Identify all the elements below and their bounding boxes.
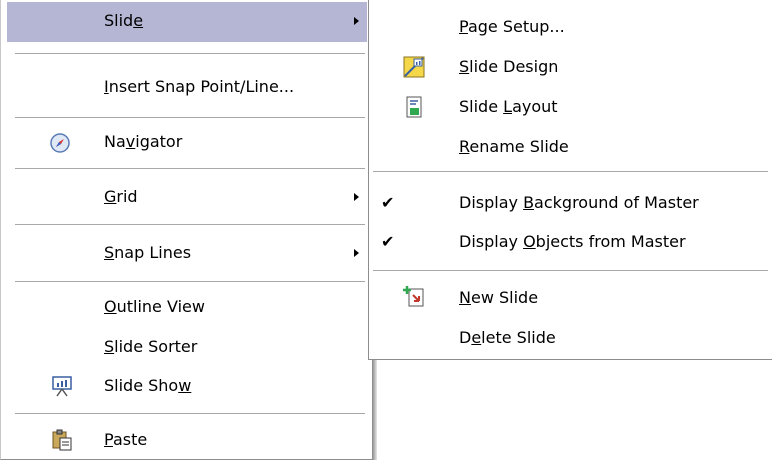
menu-item-navigator-label: Navigator xyxy=(104,132,183,151)
menu-separator xyxy=(15,413,365,414)
menu-item-slide[interactable]: Slide xyxy=(7,2,367,42)
submenu-arrow-icon xyxy=(354,193,359,201)
menu-separator xyxy=(15,281,365,282)
menu-item-grid[interactable]: Grid xyxy=(7,178,367,218)
submenu-item-new-slide-label: New Slide xyxy=(459,288,539,307)
menu-item-insert-snap-point[interactable]: Insert Snap Point/Line... xyxy=(7,68,367,108)
submenu-item-delete-slide[interactable]: Delete Slide xyxy=(375,319,767,359)
submenu-item-slide-design-label: Slide Design xyxy=(459,57,559,76)
slide-layout-icon xyxy=(406,96,422,118)
new-slide-icon xyxy=(403,286,424,307)
menu-item-snap-lines-label: Snap Lines xyxy=(104,243,192,262)
menu-item-outline-view[interactable]: Outline View xyxy=(7,288,367,328)
navigator-compass-icon xyxy=(50,133,70,153)
submenu-item-rename-slide-label: Rename Slide xyxy=(459,137,569,156)
slide-submenu: Page Setup... Slide Design Slide Layout … xyxy=(368,0,772,360)
submenu-item-delete-slide-label: Delete Slide xyxy=(459,328,556,347)
menu-item-slide-sorter[interactable]: Slide Sorter xyxy=(7,328,367,368)
menu-separator xyxy=(15,224,365,225)
menu-separator xyxy=(15,117,365,118)
paste-icon xyxy=(52,429,72,451)
submenu-item-rename-slide[interactable]: Rename Slide xyxy=(375,128,767,168)
submenu-separator xyxy=(373,171,768,172)
menu-item-slide-label: Slide xyxy=(104,11,144,30)
slide-design-icon xyxy=(403,56,425,78)
checkmark-icon: ✔ xyxy=(381,193,395,212)
context-menu: Slide Insert Snap Point/Line... Navigato… xyxy=(0,0,373,460)
menu-separator xyxy=(15,168,365,169)
submenu-item-display-background-label: Display Background of Master xyxy=(459,193,699,212)
menu-item-snap-lines[interactable]: Snap Lines xyxy=(7,234,367,274)
submenu-arrow-icon xyxy=(354,17,359,25)
menu-item-grid-label: Grid xyxy=(104,187,138,206)
checkmark-icon: ✔ xyxy=(381,232,395,251)
submenu-item-slide-layout[interactable]: Slide Layout xyxy=(375,88,767,128)
menu-item-paste[interactable]: Paste xyxy=(7,421,367,461)
submenu-item-display-objects-label: Display Objects from Master xyxy=(459,232,686,251)
menu-item-outline-view-label: Outline View xyxy=(104,297,205,316)
submenu-item-slide-layout-label: Slide Layout xyxy=(459,97,558,116)
menu-item-navigator[interactable]: Navigator xyxy=(7,123,367,163)
submenu-item-display-background[interactable]: ✔ Display Background of Master xyxy=(375,184,767,224)
submenu-item-page-setup[interactable]: Page Setup... xyxy=(375,8,767,48)
menu-item-paste-label: Paste xyxy=(104,430,148,449)
menu-item-insert-snap-point-label: Insert Snap Point/Line... xyxy=(104,77,295,96)
menu-item-slide-show[interactable]: Slide Show xyxy=(7,367,367,407)
submenu-item-page-setup-label: Page Setup... xyxy=(459,17,565,36)
submenu-item-slide-design[interactable]: Slide Design xyxy=(375,48,767,88)
submenu-separator xyxy=(373,270,768,271)
slide-show-icon xyxy=(52,376,72,397)
submenu-item-display-objects[interactable]: ✔ Display Objects from Master xyxy=(375,223,767,263)
menu-item-slide-show-label: Slide Show xyxy=(104,376,192,395)
submenu-arrow-icon xyxy=(354,249,359,257)
submenu-item-new-slide[interactable]: New Slide xyxy=(375,279,767,319)
menu-separator xyxy=(15,53,365,54)
menu-item-slide-sorter-label: Slide Sorter xyxy=(104,337,198,356)
